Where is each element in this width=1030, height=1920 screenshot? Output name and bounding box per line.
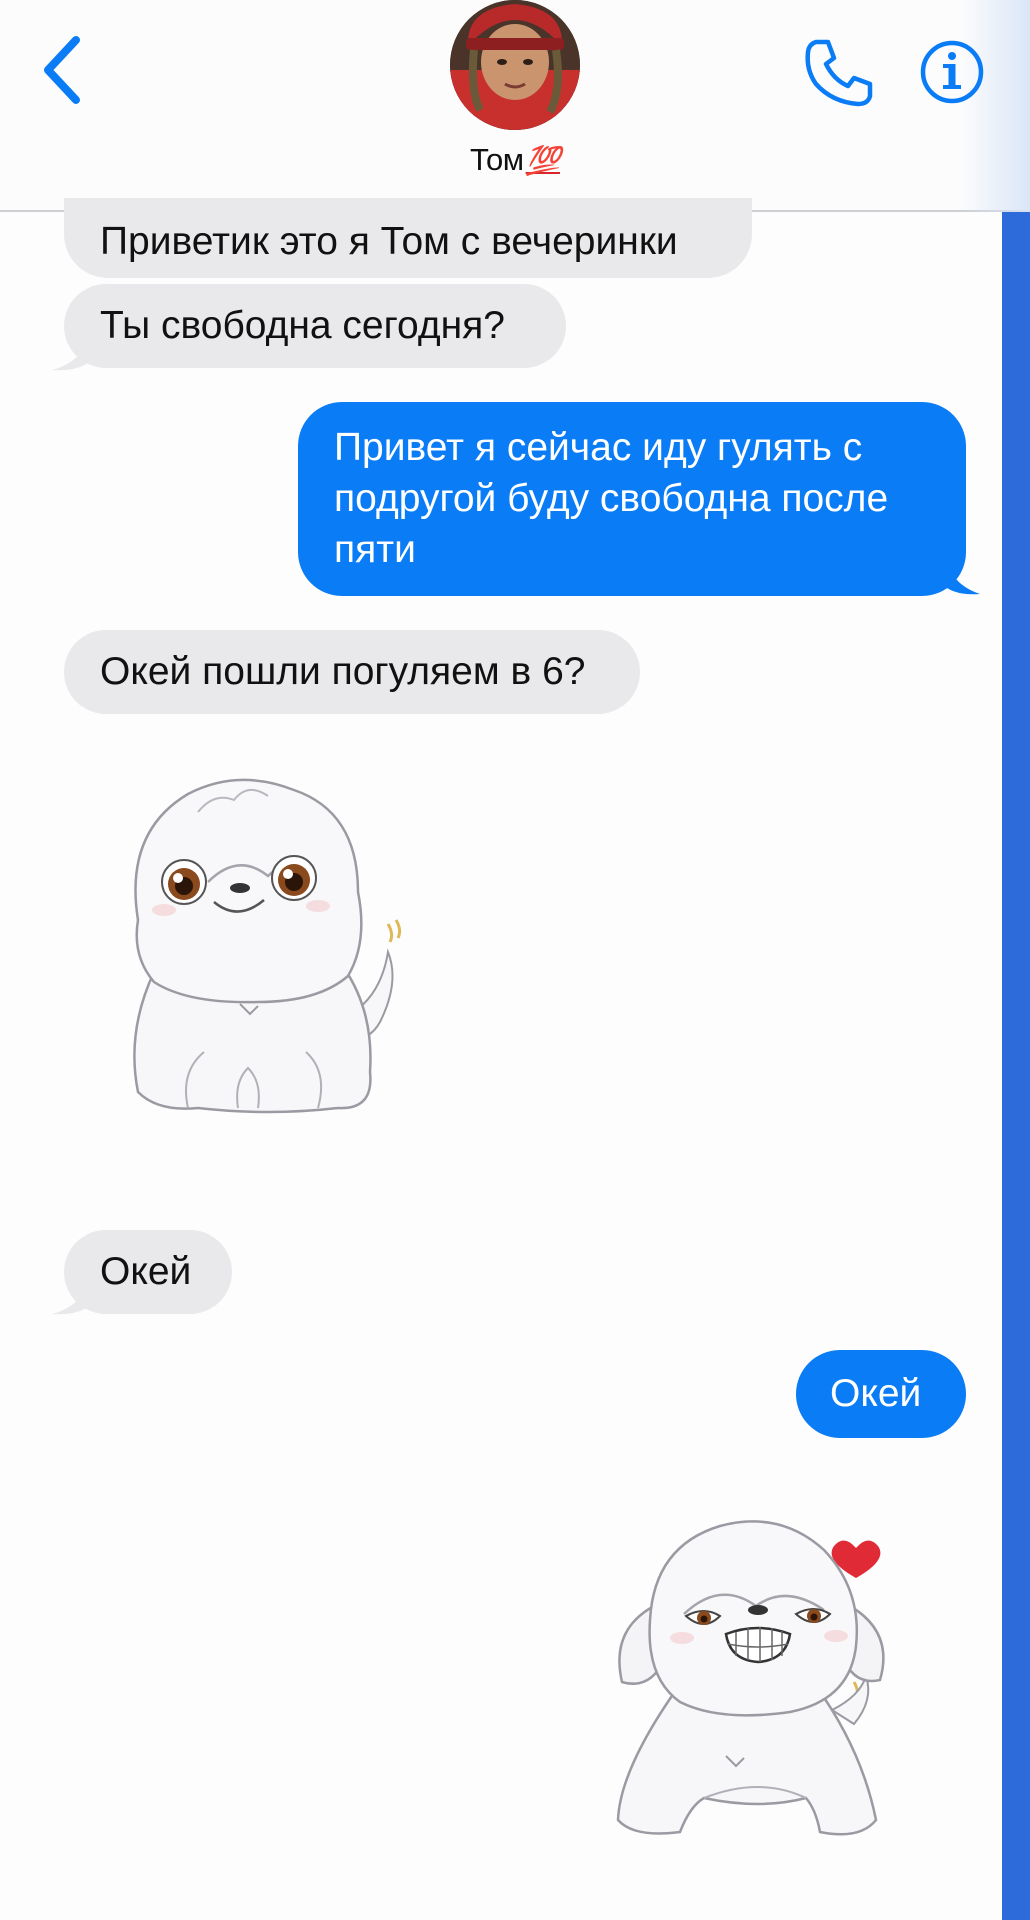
incoming-message[interactable]: Окей пошли погуляем в 6? (64, 630, 640, 714)
side-scroll-strip (1002, 212, 1030, 1920)
outgoing-message[interactable]: Привет я сейчас иду гулять с подругой бу… (298, 402, 966, 596)
incoming-message[interactable]: Приветик это я Том с вечеринки (64, 198, 752, 278)
hundred-points-emoji: 💯 (525, 145, 561, 176)
contact-name[interactable]: Том💯 (0, 142, 1030, 178)
avatar-photo (450, 0, 580, 130)
incoming-message[interactable]: Ты свободна сегодня? (64, 284, 566, 368)
message-text: Окей (830, 1372, 922, 1415)
message-line: подругой буду свободна после (334, 477, 889, 520)
message-text: Ты свободна сегодня? (100, 304, 505, 347)
message-line: Привет я сейчас иду гулять с (334, 426, 863, 469)
chevron-left-icon[interactable] (36, 30, 96, 110)
message-line: пяти (334, 528, 416, 571)
message-text: Приветик это я Том с вечеринки (100, 220, 678, 263)
conversation-header: Том💯 (0, 0, 1030, 212)
avatar[interactable] (450, 0, 580, 130)
outgoing-message[interactable]: Окей (796, 1350, 966, 1438)
incoming-bubble-tail (52, 336, 92, 371)
info-icon[interactable] (918, 36, 986, 108)
outgoing-bubble-tail (942, 556, 980, 595)
phone-icon[interactable] (802, 36, 876, 110)
message-text: Окей (100, 1250, 192, 1293)
white-dog-sticker-icon[interactable] (118, 772, 418, 1116)
incoming-bubble-tail (52, 1280, 92, 1315)
grinning-dog-heart-sticker-icon[interactable] (610, 1510, 910, 1842)
message-text: Окей пошли погуляем в 6? (100, 650, 586, 693)
contact-name-text: Том (470, 142, 524, 177)
